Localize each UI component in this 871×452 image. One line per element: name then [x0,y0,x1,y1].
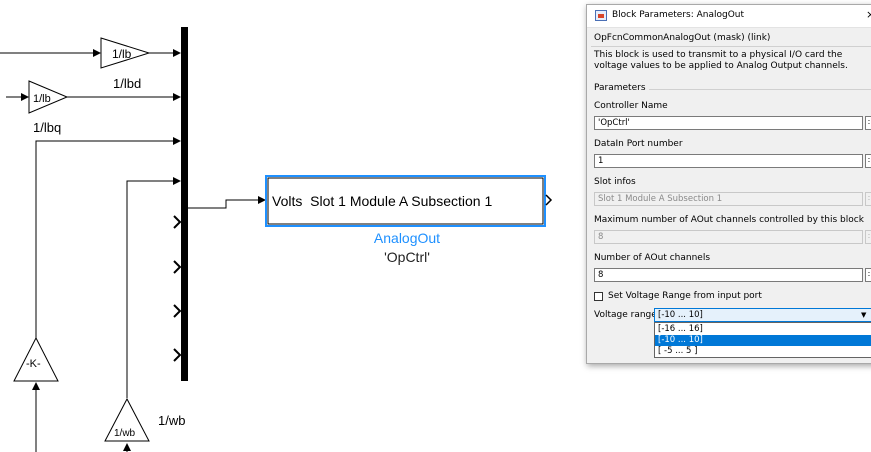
signal-line[interactable] [35,137,181,338]
max-channels-more-button: : [865,230,871,244]
voltage-range-dropdown-list[interactable]: [-16 ... 16] [-10 ... 10] [ -5 ... 5 ] [654,322,871,358]
chevron-down-icon[interactable]: ▼ [861,309,866,321]
max-channels-label: Maximum number of AOut channels controll… [594,215,864,225]
block-parameters-dialog[interactable]: Block Parameters: AnalogOut × OpFcnCommo… [586,4,871,364]
datain-port-field[interactable]: 1 [594,154,863,168]
num-channels-more-button[interactable]: : [865,268,871,282]
parameters-group-line [649,89,871,90]
close-icon[interactable]: × [866,8,871,21]
slot-infos-more-button: : [865,192,871,206]
signal-label-wb: 1/wb [158,413,186,428]
simulink-app-icon [595,10,607,21]
dialog-title: Block Parameters: AnalogOut [612,10,745,20]
slot-infos-label: Slot infos [594,177,636,187]
voltage-range-from-input-checkbox[interactable] [594,292,603,301]
gain-block-wb[interactable]: 1/wb [104,397,150,442]
controller-name-label: Controller Name [594,101,668,111]
gain-block-1[interactable]: 1/lb [100,37,151,69]
block-description: This block is used to transmit to a phys… [594,50,848,71]
controller-name-field[interactable]: 'OpCtrl' [594,116,863,130]
datain-port-more-button[interactable]: : [865,154,871,168]
mux-block[interactable] [181,27,188,381]
datain-port-label: DataIn Port number [594,139,683,149]
gain-block-label: 1/wb [114,428,136,439]
analogout-block-param: 'OpCtrl' [384,249,430,265]
max-channels-field: 8 [594,230,863,244]
dialog-titlebar[interactable]: Block Parameters: AnalogOut × [587,5,871,28]
analogout-block-name[interactable]: AnalogOut [374,230,440,246]
gain-block-2[interactable]: 1/lb [28,80,69,114]
gain-block-label: -K- [26,358,41,370]
signal-label-lbq: 1/lbq [33,120,62,135]
output-port-icon [545,194,553,206]
num-channels-label: Number of AOut channels [594,253,711,263]
gain-block-label: 1/lb [112,47,132,61]
voltage-range-option[interactable]: [ -5 ... 5 ] [655,346,871,357]
voltage-range-select[interactable]: [-10 ... 10] ▼ [654,308,871,322]
slot-infos-field: Slot 1 Module A Subsection 1 [594,192,863,206]
divider [591,46,871,47]
signal-line[interactable] [188,196,266,209]
voltage-range-selected-value: [-10 ... 10] [658,310,703,320]
voltage-range-from-input-label[interactable]: Set Voltage Range from input port [608,291,762,301]
voltage-range-label: Voltage range [594,310,657,320]
analogout-block-text: Volts Slot 1 Module A Subsection 1 [272,193,492,209]
mask-title: OpFcnCommonAnalogOut (mask) (link) [594,33,771,43]
voltage-range-option[interactable]: [-16 ... 16] [655,324,871,335]
gain-block-k[interactable]: -K- [13,336,59,382]
controller-name-more-button[interactable]: : [865,116,871,130]
signal-label-lbd: 1/lbd [113,76,142,91]
gain-block-label: 1/lb [33,93,51,105]
parameters-group-label: Parameters [594,83,646,93]
analogout-block[interactable]: Volts Slot 1 Module A Subsection 1 [265,175,553,227]
num-channels-field[interactable]: 8 [594,268,863,282]
voltage-range-option-selected[interactable]: [-10 ... 10] [655,335,871,346]
mux-empty-input-icons [173,215,182,362]
signal-line[interactable] [126,177,181,398]
